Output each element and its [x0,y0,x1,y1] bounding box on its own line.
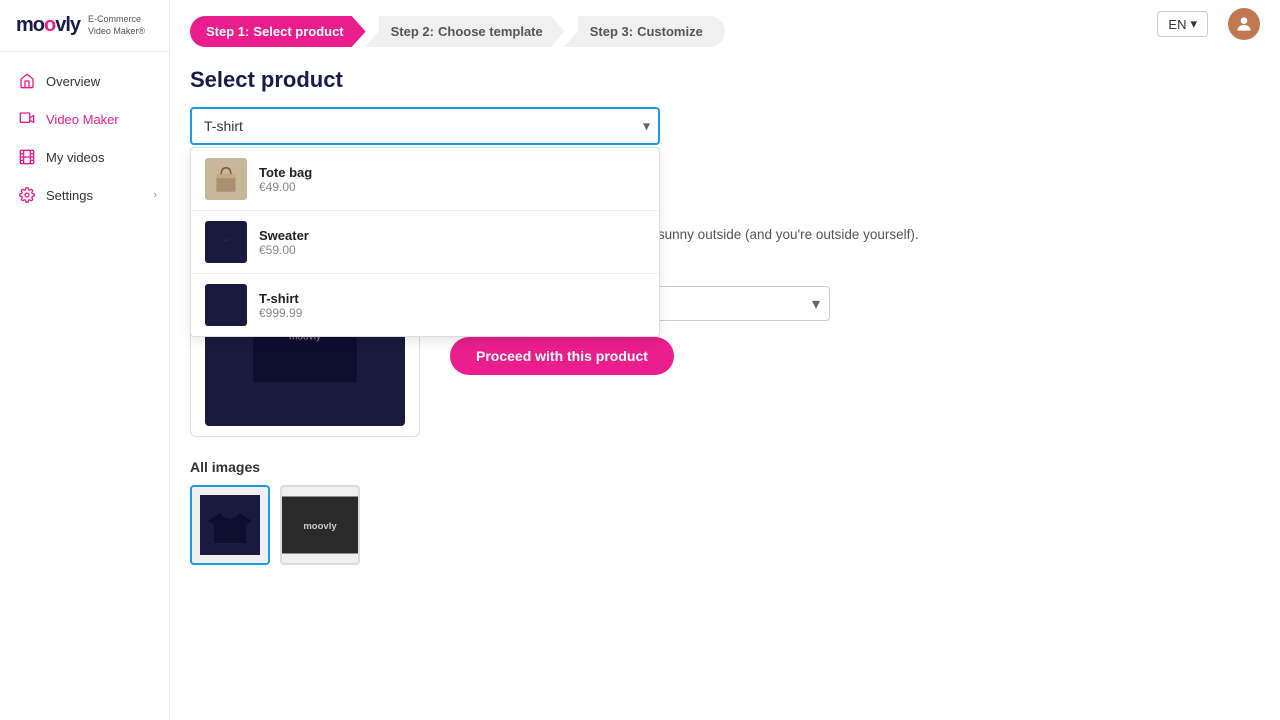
step-3-num: Step 3: [590,24,633,39]
home-icon [18,72,36,90]
tote-bag-info: Tote bag €49.00 [259,165,312,194]
language-button[interactable]: EN ▾ [1157,11,1208,37]
tshirt-name: T-shirt [259,291,302,306]
step-2-num: Step 2: [391,24,434,39]
steps-bar: Step 1: Select product Step 2: Choose te… [170,0,1280,47]
sidebar-item-video-maker[interactable]: Video Maker [0,100,169,138]
avatar[interactable] [1228,8,1260,40]
main-content: EN ▾ Step 1: Select product Step 2: Choo… [170,0,1280,720]
sweater-price: €59.00 [259,243,309,257]
sidebar-item-label: My videos [46,150,105,165]
product-dropdown: Tote bag €49.00 Sweater €59.00 [190,147,660,337]
thumbnail-2[interactable]: moovly [280,485,360,565]
dropdown-item-sweater[interactable]: Sweater €59.00 [191,211,659,274]
product-select-container: ▾ Tote bag €49.00 [190,107,660,145]
chevron-right-icon: › [153,189,157,201]
all-images-section: All images moovly [190,459,1260,565]
chevron-down-icon: ▾ [1190,16,1197,32]
tote-bag-thumbnail [205,158,247,200]
sweater-thumbnail [205,221,247,263]
tote-bag-name: Tote bag [259,165,312,180]
sidebar-item-label: Overview [46,74,100,89]
all-images-title: All images [190,459,1260,475]
page-title: Select product [190,67,1260,93]
sidebar-item-overview[interactable]: Overview [0,62,169,100]
top-controls: EN ▾ [1157,8,1260,40]
nav-menu: Overview Video Maker [0,52,169,224]
step-3-label: Customize [637,24,703,39]
tshirt-thumbnail [205,284,247,326]
sidebar-item-settings[interactable]: Settings › [0,176,169,214]
proceed-button[interactable]: Proceed with this product [450,337,674,375]
svg-text:moovly: moovly [303,521,337,532]
video-icon [18,110,36,128]
dropdown-item-tote-bag[interactable]: Tote bag €49.00 [191,148,659,211]
image-thumbnails: moovly [190,485,1260,565]
sidebar-item-my-videos[interactable]: My videos [0,138,169,176]
step-1-label: Select product [253,24,343,39]
step-2[interactable]: Step 2: Choose template [365,16,565,47]
tote-bag-price: €49.00 [259,180,312,194]
logo-text: moovly [16,14,80,37]
tshirt-price: €999.99 [259,306,302,320]
step-2-label: Choose template [438,24,543,39]
step-3[interactable]: Step 3: Customize [564,16,725,47]
page-body: Select product ▾ [170,47,1280,720]
logo-subtitle: E-Commerce Video Maker® [88,14,145,37]
tshirt-info: T-shirt €999.99 [259,291,302,320]
logo-area: moovly E-Commerce Video Maker® [0,0,169,52]
sidebar-item-label: Settings [46,188,93,203]
film-icon [18,148,36,166]
sweater-info: Sweater €59.00 [259,228,309,257]
step-1[interactable]: Step 1: Select product [190,16,366,47]
dropdown-item-tshirt[interactable]: T-shirt €999.99 [191,274,659,336]
sidebar-item-label: Video Maker [46,112,119,127]
sidebar: moovly E-Commerce Video Maker® Overview [0,0,170,720]
logo: moovly [16,14,80,37]
product-select-input[interactable] [190,107,660,145]
sweater-name: Sweater [259,228,309,243]
thumbnail-1[interactable] [190,485,270,565]
step-1-num: Step 1: [206,24,249,39]
gear-icon [18,186,36,204]
